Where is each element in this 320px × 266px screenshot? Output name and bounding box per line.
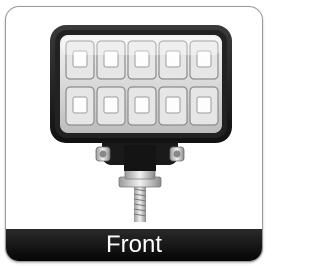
caption-bar: Front [6,229,262,261]
product-view-card[interactable]: Front [5,6,263,262]
view-label: Front [105,231,162,258]
mounting-bracket [95,139,185,171]
led-work-light-icon [50,25,232,222]
mounting-bolt [118,168,162,222]
